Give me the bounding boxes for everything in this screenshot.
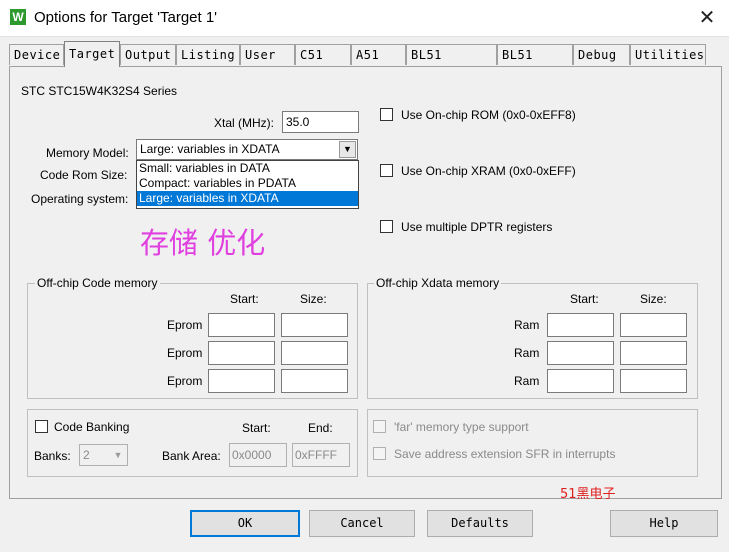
xtal-label: Xtal (MHz): — [214, 116, 274, 130]
ok-button[interactable]: OK — [190, 510, 300, 537]
ram-size-input-3[interactable] — [620, 369, 687, 393]
cancel-button[interactable]: Cancel — [309, 510, 415, 537]
banks-chevron-down-icon: ▼ — [113, 450, 123, 460]
ram-start-input-3[interactable] — [547, 369, 614, 393]
operating-system-label: Operating system: — [31, 192, 129, 206]
offchip-code-legend: Off-chip Code memory — [35, 276, 160, 290]
tab-output[interactable]: Output — [120, 44, 176, 65]
option-compact[interactable]: Compact: variables in PDATA — [137, 176, 358, 191]
far-memory-label: 'far' memory type support — [394, 420, 529, 434]
offchip-xdata-legend: Off-chip Xdata memory — [374, 276, 502, 290]
onchip-rom-checkbox[interactable] — [380, 108, 393, 121]
ram-start-input-2[interactable] — [547, 341, 614, 365]
close-icon[interactable]: ✕ — [690, 6, 724, 32]
eprom-size-input-1[interactable] — [281, 313, 348, 337]
bank-end-header: End: — [308, 421, 333, 435]
tab-user[interactable]: User — [240, 44, 295, 65]
eprom-start-input-3[interactable] — [208, 369, 275, 393]
onchip-rom-label: Use On-chip ROM (0x0-0xEFF8) — [401, 108, 576, 122]
tab-bl51-locate[interactable]: BL51 Locate — [406, 44, 497, 83]
multi-dptr-checkbox[interactable] — [380, 220, 393, 233]
offchip-code-size-header: Size: — [300, 292, 327, 306]
memory-model-value: Large: variables in XDATA — [140, 142, 280, 156]
offchip-xdata-start-header: Start: — [570, 292, 599, 306]
ram-label-1: Ram — [514, 318, 540, 332]
defaults-button[interactable]: Defaults — [427, 510, 533, 537]
eprom-label-3: Eprom — [167, 374, 203, 388]
window-title: Options for Target 'Target 1' — [34, 9, 218, 26]
bank-start-header: Start: — [242, 421, 271, 435]
tab-debug[interactable]: Debug — [573, 44, 630, 65]
far-memory-checkbox[interactable] — [373, 420, 386, 433]
banks-value: 2 — [83, 448, 90, 462]
ram-label-2: Ram — [514, 346, 540, 360]
code-banking-checkbox[interactable] — [35, 420, 48, 433]
ram-label-3: Ram — [514, 374, 540, 388]
save-sfr-checkbox[interactable] — [373, 447, 386, 460]
eprom-size-input-2[interactable] — [281, 341, 348, 365]
save-sfr-label: Save address extension SFR in interrupts — [394, 447, 616, 461]
device-name: STC STC15W4K32S4 Series — [21, 84, 178, 98]
tab-utilities[interactable]: Utilities — [630, 44, 706, 65]
ram-size-input-2[interactable] — [620, 341, 687, 365]
multi-dptr-label: Use multiple DPTR registers — [401, 220, 553, 234]
bank-area-label: Bank Area: — [162, 449, 221, 463]
chevron-down-icon[interactable]: ▼ — [339, 141, 356, 158]
tab-bl51-misc[interactable]: BL51 Misc — [497, 44, 573, 83]
onchip-xram-label: Use On-chip XRAM (0x0-0xEFF) — [401, 164, 576, 178]
ram-start-input-1[interactable] — [547, 313, 614, 337]
eprom-size-input-3[interactable] — [281, 369, 348, 393]
tab-target[interactable]: Target — [64, 41, 120, 67]
tab-a51[interactable]: A51 — [351, 44, 406, 65]
tab-c51[interactable]: C51 — [295, 44, 351, 65]
eprom-start-input-1[interactable] — [208, 313, 275, 337]
bank-start-input[interactable]: 0x0000 — [229, 443, 287, 467]
watermark-text: 存储 优化 — [140, 226, 266, 260]
offchip-xdata-size-header: Size: — [640, 292, 667, 306]
brand-watermark: 51黑电子 — [560, 487, 616, 502]
eprom-label-2: Eprom — [167, 346, 203, 360]
banks-label: Banks: — [34, 449, 71, 463]
code-rom-size-label: Code Rom Size: — [40, 168, 128, 182]
onchip-xram-checkbox[interactable] — [380, 164, 393, 177]
memory-model-select[interactable]: Large: variables in XDATA — [136, 139, 358, 160]
eprom-label-1: Eprom — [167, 318, 203, 332]
offchip-code-start-header: Start: — [230, 292, 259, 306]
xtal-input[interactable] — [282, 111, 359, 133]
bank-end-input[interactable]: 0xFFFF — [292, 443, 350, 467]
memory-model-label: Memory Model: — [46, 146, 129, 160]
eprom-start-input-2[interactable] — [208, 341, 275, 365]
option-small[interactable]: Small: variables in DATA — [137, 161, 358, 176]
tab-device[interactable]: Device — [9, 44, 64, 65]
ram-size-input-1[interactable] — [620, 313, 687, 337]
app-icon: W — [10, 9, 26, 25]
code-banking-label: Code Banking — [54, 420, 130, 434]
option-large[interactable]: Large: variables in XDATA — [137, 191, 358, 206]
memory-model-dropdown: Small: variables in DATA Compact: variab… — [136, 160, 359, 209]
help-button[interactable]: Help — [610, 510, 718, 537]
tab-listing[interactable]: Listing — [176, 44, 240, 65]
